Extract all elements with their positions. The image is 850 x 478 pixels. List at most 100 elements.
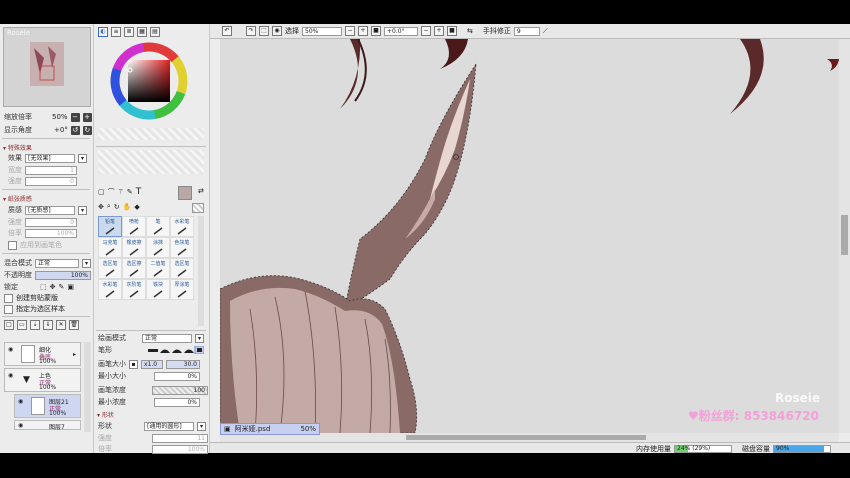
eyedropper-icon[interactable]: ✎ xyxy=(127,188,133,196)
size-settings-icon[interactable]: ▪ xyxy=(129,359,138,369)
apply-brush-checkbox[interactable] xyxy=(8,240,17,250)
toolbar-rotate-left-button[interactable]: − xyxy=(421,26,431,36)
brush-slot[interactable]: 铅笔 xyxy=(98,216,122,237)
effect-dropdown-icon[interactable]: ▾ xyxy=(78,153,87,163)
scratchpad-strip[interactable] xyxy=(98,128,204,140)
rect-select-icon[interactable]: ▢ xyxy=(98,188,105,196)
delete-layer-icon[interactable]: 🗑 xyxy=(69,320,79,330)
opacity-slider[interactable]: 100% xyxy=(35,270,91,280)
zoom-select[interactable]: 50% xyxy=(302,26,342,36)
texture-strength-input[interactable]: 0 xyxy=(25,217,77,227)
effects-header[interactable]: ▾ 特殊效果 xyxy=(3,143,32,152)
rotation-select[interactable]: +0.0° xyxy=(384,26,418,36)
brush-slot[interactable]: 水彩笔 xyxy=(170,216,194,237)
brush-shape-picker[interactable] xyxy=(148,346,204,354)
horizontal-scroll-thumb[interactable] xyxy=(406,435,646,440)
zoom-out-button[interactable]: − xyxy=(70,112,80,122)
drawing-canvas[interactable]: Roseie ♥粉丝群: 853846720 xyxy=(220,39,839,433)
sample-checkbox[interactable] xyxy=(4,304,13,314)
min-size-slider[interactable]: 0% xyxy=(154,371,200,381)
navigator-thumbnail[interactable]: Rosele xyxy=(3,27,91,107)
rotate-tool-icon[interactable]: ↻ xyxy=(114,203,120,211)
transparent-color-swatch[interactable] xyxy=(192,203,204,213)
flip-horizontal-icon[interactable]: ⇆ xyxy=(467,27,473,35)
brush-slot[interactable]: 厚涂笔 xyxy=(170,279,194,300)
texture-dropdown-icon[interactable]: ▾ xyxy=(78,205,87,215)
brush-slot[interactable]: 选区擦 xyxy=(122,258,146,279)
blend-select[interactable]: 正常 xyxy=(35,258,79,268)
magic-wand-icon[interactable]: ⚚ xyxy=(118,188,124,196)
zoom-in-button[interactable]: + xyxy=(82,112,92,122)
brush-slot[interactable]: 喷枪 xyxy=(122,216,146,237)
brush-slot[interactable]: 色块笔 xyxy=(170,237,194,258)
scratchpad-tab-icon[interactable]: ▤ xyxy=(150,27,160,37)
min-density-slider[interactable]: 0% xyxy=(154,397,200,407)
color-wheel[interactable] xyxy=(108,40,190,122)
brush-slot[interactable]: 铁块 xyxy=(146,279,170,300)
undo-icon[interactable]: ↶ xyxy=(222,26,232,36)
clear-layer-icon[interactable]: ✕ xyxy=(56,320,66,330)
layer-item-3[interactable]: ◉ 图层7 xyxy=(14,420,81,431)
shape2-select[interactable]: [通用的圆形] xyxy=(144,421,194,431)
swatch-area[interactable] xyxy=(98,150,204,174)
toolbar-zoom-out-button[interactable]: − xyxy=(345,26,355,36)
brush-slot[interactable]: 涂抹 xyxy=(146,237,170,258)
toolbar-rotate-right-button[interactable]: + xyxy=(434,26,444,36)
visibility-eye-icon[interactable]: ◉ xyxy=(8,346,13,353)
brush-slot[interactable]: 选区笔 xyxy=(98,258,122,279)
rgb-slider-tab-icon[interactable]: ≡ xyxy=(111,27,121,37)
texture-select[interactable]: [无质感] xyxy=(25,205,75,215)
layer-scrollbar[interactable] xyxy=(84,342,91,432)
brush-slot[interactable]: 笔 xyxy=(146,216,170,237)
lock-paint-icon[interactable]: ✎ xyxy=(59,283,65,291)
lock-transparency-icon[interactable]: ⬚ xyxy=(40,283,47,291)
vertical-scrollbar[interactable] xyxy=(839,39,850,433)
brush-slot[interactable]: 橡皮擦 xyxy=(122,237,146,258)
brush-slot[interactable]: 灰阶笔 xyxy=(122,279,146,300)
density-slider[interactable]: 100 xyxy=(152,385,208,395)
blend-dropdown-icon[interactable]: ▾ xyxy=(82,258,91,268)
move-icon[interactable]: ✥ xyxy=(98,203,104,211)
stabilizer-select[interactable]: 9 xyxy=(513,26,540,36)
effect-width-input[interactable]: 1 xyxy=(25,165,77,175)
shape-scale-input[interactable]: 100% xyxy=(152,444,208,454)
new-folder-icon[interactable]: ▭ xyxy=(17,320,27,330)
swatches-tab-icon[interactable]: ▦ xyxy=(137,27,147,37)
color-wheel-tab-icon[interactable]: ◐ xyxy=(98,27,108,37)
brush-slot[interactable]: 马克笔 xyxy=(98,237,122,258)
zoom-tool-icon[interactable]: ⌕ xyxy=(107,202,111,211)
visibility-eye-icon[interactable]: ◉ xyxy=(18,398,23,405)
size-multiplier[interactable]: x1.0 xyxy=(141,359,163,369)
hand-icon[interactable]: ✋ xyxy=(123,203,132,211)
text-tool-icon[interactable]: T xyxy=(136,187,142,197)
deselect-icon[interactable]: ⬚ xyxy=(259,26,269,36)
draw-mode-dropdown-icon[interactable]: ▾ xyxy=(195,333,204,343)
selection-visibility-icon[interactable]: ◉ xyxy=(272,26,282,36)
transfer-down-icon[interactable]: ⇣ xyxy=(30,320,40,330)
new-layer-icon[interactable]: □ xyxy=(4,320,14,330)
vertical-scroll-thumb[interactable] xyxy=(841,215,848,255)
lasso-icon[interactable]: ⌒ xyxy=(108,187,115,197)
toolbar-zoom-reset-button[interactable]: ■ xyxy=(371,26,381,36)
visibility-eye-icon[interactable]: ◉ xyxy=(8,372,13,379)
layer-item-2[interactable]: ◉ 图层21 正常 100% xyxy=(14,394,81,418)
folder-expand-icon[interactable]: ▼ xyxy=(23,375,30,385)
scroll-arrow-icon[interactable]: ▸ xyxy=(73,351,76,358)
layer-item-0[interactable]: ◉ 细化 叠底 100% ▸ xyxy=(4,342,81,366)
clip-checkbox[interactable] xyxy=(4,293,13,303)
brush-slot[interactable]: 水彩笔 xyxy=(98,279,122,300)
lock-all-icon[interactable]: ▣ xyxy=(67,283,74,291)
lock-move-icon[interactable]: ✥ xyxy=(50,283,56,291)
texture-scale-input[interactable]: 100% xyxy=(25,228,77,238)
visibility-eye-icon[interactable]: ◉ xyxy=(18,422,23,429)
brush-slot[interactable]: 选区笔 xyxy=(170,258,194,279)
effect-strength-input[interactable]: 0 xyxy=(25,176,77,186)
brush-slot[interactable]: 二值笔 xyxy=(146,258,170,279)
rotate-right-button[interactable]: ↻ xyxy=(82,125,92,135)
pressure-icon[interactable]: ⟋ xyxy=(543,27,548,36)
merge-down-icon[interactable]: ⇓ xyxy=(43,320,53,330)
size-slider[interactable]: 30.0 xyxy=(166,359,200,369)
draw-mode-select[interactable]: 正常 xyxy=(142,333,192,343)
toolbar-rotate-reset-button[interactable]: ■ xyxy=(447,26,457,36)
document-tab[interactable]: ▣ 阿米娅.psd 50% xyxy=(220,423,320,435)
